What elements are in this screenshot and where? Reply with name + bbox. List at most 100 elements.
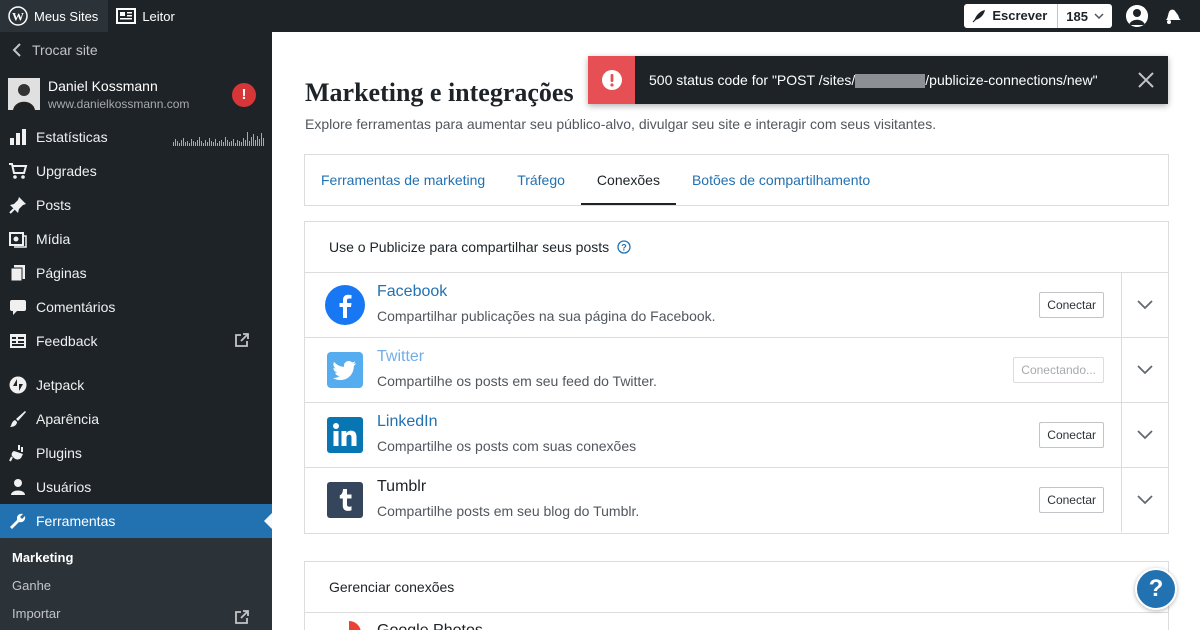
quill-icon — [972, 10, 986, 23]
pages-icon — [8, 263, 28, 283]
sidebar-item-label: Comentários — [36, 299, 116, 315]
sidebar-item-upgrades[interactable]: Upgrades — [0, 154, 272, 188]
media-icon — [8, 229, 28, 249]
bell-icon — [1166, 9, 1181, 24]
submenu-item-marketing[interactable]: Marketing — [0, 544, 272, 572]
site-avatar-icon — [8, 78, 40, 110]
connecting-button[interactable]: Conectando... — [1013, 357, 1104, 383]
notification-count-value: 185 — [1066, 8, 1088, 24]
sidebar-item-feedback[interactable]: Feedback — [0, 324, 272, 358]
sidebar-item-stats[interactable]: Estatísticas — [0, 120, 272, 154]
connection-row-google-photos: Google Photos — [305, 613, 1168, 630]
write-label: Escrever — [986, 4, 1059, 28]
submenu-item-label: Importar — [12, 606, 61, 621]
twitter-icon — [327, 352, 363, 388]
publicize-header-label: Use o Publicize para compartilhar seus p… — [329, 238, 610, 255]
chevron-down-icon — [1137, 300, 1153, 310]
chevron-down-icon — [1094, 13, 1104, 19]
connect-button[interactable]: Conectar — [1039, 422, 1104, 448]
manage-connections-card: Gerenciar conexões Google Photos — [304, 561, 1169, 630]
sidebar: Trocar site Daniel Kossmann www.danielko… — [0, 32, 272, 630]
section-tabs: Ferramentas de marketing Tráfego Conexõe… — [304, 154, 1169, 206]
reader-button[interactable]: Leitor — [108, 0, 183, 32]
notifications-button[interactable] — [1162, 6, 1182, 26]
connection-name[interactable]: Google Photos — [377, 622, 483, 630]
expand-toggle[interactable] — [1121, 468, 1168, 532]
close-notice-button[interactable] — [1124, 72, 1168, 88]
tools-submenu: Marketing Ganhe Importar — [0, 538, 272, 630]
switch-site-link[interactable]: Trocar site — [0, 32, 272, 68]
connection-description: Compartilhar publicações na sua página d… — [377, 308, 716, 324]
svg-text:?: ? — [621, 243, 627, 253]
error-notice: 500 status code for "POST /sites/ /public… — [588, 56, 1168, 104]
publicize-card: Use o Publicize para compartilhar seus p… — [304, 221, 1169, 534]
my-sites-label: Meus Sites — [34, 8, 99, 24]
site-alert-icon[interactable]: ! — [232, 83, 256, 107]
sidebar-item-comments[interactable]: Comentários — [0, 290, 272, 324]
alert-icon — [588, 56, 635, 104]
site-card[interactable]: Daniel Kossmann www.danielkossmann.com ! — [0, 68, 272, 120]
connect-button[interactable]: Conectar — [1039, 292, 1104, 318]
sidebar-item-jetpack[interactable]: Jetpack — [0, 368, 272, 402]
connection-name[interactable]: Tumblr — [377, 478, 426, 496]
notice-text-end: /publicize-connections/new" — [925, 71, 1098, 88]
jetpack-icon — [8, 375, 28, 395]
sidebar-item-label: Upgrades — [36, 163, 97, 179]
page-title: Marketing e integrações — [305, 78, 574, 107]
sidebar-item-appearance[interactable]: Aparência — [0, 402, 272, 436]
plugin-icon — [8, 443, 28, 463]
linkedin-icon — [327, 417, 363, 453]
notice-message: 500 status code for "POST /sites/ /public… — [635, 71, 1124, 89]
tab-sharing-buttons[interactable]: Botões de compartilhamento — [676, 155, 886, 205]
user-avatar[interactable] — [1126, 5, 1148, 27]
submenu-item-earn[interactable]: Ganhe — [0, 572, 272, 600]
expand-toggle[interactable] — [1121, 338, 1168, 402]
notification-count[interactable]: 185 — [1058, 4, 1112, 28]
help-circle-icon[interactable]: ? — [617, 240, 631, 254]
tab-connections[interactable]: Conexões — [580, 155, 676, 205]
redacted-block — [855, 74, 926, 89]
connection-row-facebook: Facebook Compartilhar publicações na sua… — [305, 273, 1168, 338]
tumblr-icon — [327, 482, 363, 518]
tab-marketing-tools[interactable]: Ferramentas de marketing — [305, 155, 501, 205]
connection-name[interactable]: LinkedIn — [377, 413, 438, 431]
sidebar-item-users[interactable]: Usuários — [0, 470, 272, 504]
write-button[interactable]: Escrever 185 — [964, 4, 1112, 28]
site-url: www.danielkossmann.com — [48, 96, 190, 111]
sidebar-item-plugins[interactable]: Plugins — [0, 436, 272, 470]
sidebar-item-tools[interactable]: Ferramentas — [0, 504, 272, 538]
connection-name[interactable]: Twitter — [377, 348, 424, 366]
sidebar-item-label: Posts — [36, 197, 72, 213]
stats-icon — [8, 127, 28, 147]
close-icon — [1138, 72, 1154, 88]
help-button[interactable]: ? — [1135, 568, 1177, 610]
connection-name[interactable]: Facebook — [377, 283, 447, 301]
sidebar-item-label: Estatísticas — [36, 129, 108, 145]
wrench-icon — [8, 511, 28, 531]
sidebar-item-label: Ferramentas — [36, 513, 116, 529]
expand-toggle[interactable] — [1121, 273, 1168, 337]
switch-site-label: Trocar site — [32, 42, 98, 58]
submenu-item-import[interactable]: Importar — [0, 600, 272, 628]
my-sites-button[interactable]: W Meus Sites — [0, 0, 109, 32]
sidebar-item-label: Mídia — [36, 231, 71, 247]
sidebar-item-label: Usuários — [36, 479, 92, 495]
sidebar-item-pages[interactable]: Páginas — [0, 256, 272, 290]
connection-row-linkedin: LinkedIn Compartilhe os posts com suas c… — [305, 403, 1168, 468]
facebook-icon — [325, 285, 365, 325]
connection-row-twitter: Twitter Compartilhe os posts em seu feed… — [305, 338, 1168, 403]
expand-toggle[interactable] — [1121, 403, 1168, 467]
stats-sparkline — [173, 130, 264, 146]
menu-separator — [0, 358, 272, 368]
chevron-down-icon — [1137, 430, 1153, 440]
chevron-down-icon — [1137, 365, 1153, 375]
sidebar-item-media[interactable]: Mídia — [0, 222, 272, 256]
reader-icon — [116, 8, 137, 24]
masterbar: W Meus Sites Leitor Escrever 185 — [0, 0, 1200, 32]
publicize-header: Use o Publicize para compartilhar seus p… — [305, 222, 1168, 273]
google-photos-icon — [349, 621, 361, 630]
sidebar-item-label: Aparência — [36, 411, 100, 427]
tab-traffic[interactable]: Tráfego — [501, 155, 581, 205]
connect-button[interactable]: Conectar — [1039, 487, 1104, 513]
sidebar-item-posts[interactable]: Posts — [0, 188, 272, 222]
